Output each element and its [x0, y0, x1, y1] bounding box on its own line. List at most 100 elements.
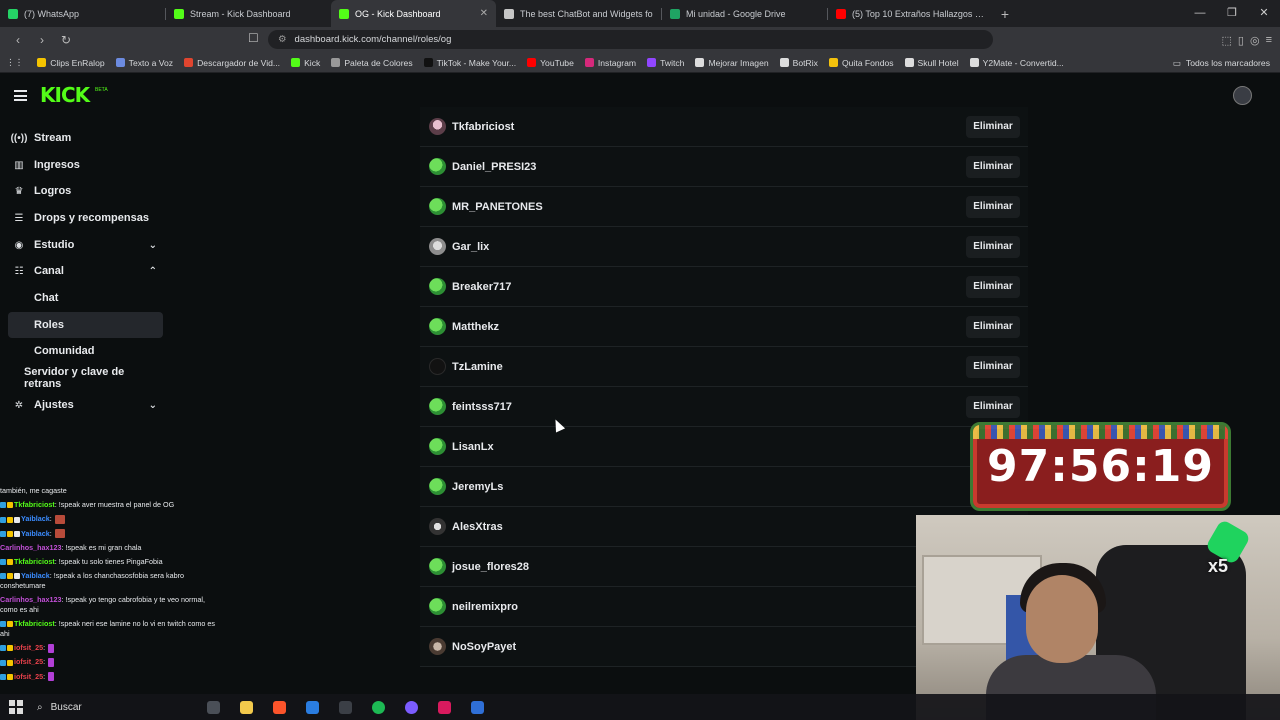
remove-role-button[interactable]: Eliminar: [966, 115, 1020, 138]
reload-icon[interactable]: ↻: [56, 33, 76, 47]
sidebar-item-servidor[interactable]: Servidor y clave de retrans: [8, 365, 163, 391]
bookmark-favicon-icon: [904, 58, 914, 67]
chat-username[interactable]: Carlinhos_hax123: [0, 543, 62, 552]
chat-message: Carlinhos_hax123: !speak yo tengo cabrof…: [0, 593, 222, 617]
sidebar-item-estudio[interactable]: ◉ Estudio ⌄: [8, 232, 163, 258]
kick-logo[interactable]: KICK: [40, 83, 90, 107]
bookmark-item[interactable]: Paleta de Colores: [331, 58, 413, 68]
remove-role-button[interactable]: Eliminar: [966, 195, 1020, 218]
bookmark-label: Kick: [304, 57, 321, 68]
forward-icon[interactable]: ›: [32, 33, 52, 47]
bookmark-item[interactable]: Texto a Voz: [115, 58, 173, 68]
bookmark-item[interactable]: Kick: [291, 58, 320, 68]
back-icon[interactable]: ‹: [8, 33, 28, 47]
store-icon[interactable]: [306, 700, 319, 714]
username: NoSoyPayet: [452, 640, 517, 653]
browser-tab[interactable]: Mi unidad - Google Drive: [662, 0, 827, 27]
close-tab-icon[interactable]: ✕: [480, 8, 488, 19]
menu-icon[interactable]: ≡: [1266, 34, 1272, 46]
chat-username[interactable]: Yaiblack: [21, 571, 50, 580]
gift-icon: ☰: [14, 212, 24, 224]
window-controls: — ❐ ✕: [1184, 0, 1280, 27]
remove-role-button[interactable]: Eliminar: [966, 155, 1020, 178]
chat-username[interactable]: Tkfabriciost: [14, 557, 55, 566]
chat-username[interactable]: iofsit_25: [14, 672, 43, 681]
bookmark-item[interactable]: Quita Fondos: [828, 58, 894, 68]
browser-tab[interactable]: Stream - Kick Dashboard: [166, 0, 331, 27]
restore-icon[interactable]: ❐: [1216, 0, 1248, 27]
sidebar-item-chat[interactable]: Chat: [8, 285, 163, 311]
brave-browser-icon[interactable]: [273, 700, 286, 714]
user-avatar: [429, 358, 446, 375]
browser-tab[interactable]: (5) Top 10 Extraños Hallazgos En La: [828, 0, 993, 27]
sidebar-item-drops[interactable]: ☰ Drops y recompensas: [8, 205, 163, 231]
site-info-icon[interactable]: ⚙: [278, 34, 287, 45]
bookmark-icon[interactable]: ☐: [248, 31, 259, 45]
url-field[interactable]: ⚙ dashboard.kick.com/channel/roles/og: [268, 30, 993, 49]
chevron-up-icon[interactable]: ⌃: [149, 266, 157, 277]
chat-emote-icon: [54, 529, 65, 539]
sidebar-item-logros[interactable]: ♛ Logros: [8, 178, 163, 204]
chevron-down-icon[interactable]: ⌄: [149, 240, 157, 251]
bookmark-item[interactable]: Instagram: [584, 58, 636, 68]
remove-role-button[interactable]: Eliminar: [966, 355, 1020, 378]
file-explorer-icon[interactable]: [240, 700, 253, 714]
close-window-icon[interactable]: ✕: [1248, 0, 1280, 27]
remove-role-button[interactable]: Eliminar: [966, 275, 1020, 298]
new-tab-icon[interactable]: +: [993, 6, 1017, 22]
sidebar-item-canal[interactable]: ☷ Canal ⌃: [8, 258, 163, 284]
sidebar-item-comunidad[interactable]: Comunidad: [8, 338, 163, 364]
bookmark-item[interactable]: YouTube: [527, 58, 574, 68]
minimize-icon[interactable]: —: [1184, 0, 1216, 27]
start-icon[interactable]: [9, 700, 23, 714]
chat-username[interactable]: Tkfabriciost: [14, 500, 55, 509]
chat-username[interactable]: Yaiblack: [21, 514, 50, 523]
all-bookmarks[interactable]: ▭ Todos los marcadores: [1173, 53, 1270, 73]
bookmark-item[interactable]: Clips EnRalop: [37, 58, 105, 68]
remove-role-button[interactable]: Eliminar: [966, 315, 1020, 338]
sidebar-item-ajustes[interactable]: ✲ Ajustes ⌄: [8, 392, 163, 418]
sidebar-icon[interactable]: ▯: [1238, 34, 1244, 47]
chat-text: :: [43, 671, 46, 681]
bookmark-item[interactable]: Descargador de Vid...: [184, 58, 280, 68]
sidebar-item-roles[interactable]: Roles: [8, 312, 163, 338]
task-view-icon[interactable]: [207, 700, 220, 714]
sidebar-item-stream[interactable]: ((•)) Stream: [8, 125, 163, 151]
chevron-down-icon[interactable]: ⌄: [149, 400, 157, 411]
remove-role-button[interactable]: Eliminar: [966, 235, 1020, 258]
bookmark-item[interactable]: BotRix: [779, 58, 818, 68]
bookmark-item[interactable]: Skull Hotel: [904, 58, 959, 68]
url-text: dashboard.kick.com/channel/roles/og: [294, 34, 452, 45]
chat-username[interactable]: iofsit_25: [14, 643, 43, 652]
chat-text: :: [49, 514, 52, 524]
sidebar-item-ingresos[interactable]: ▥ Ingresos: [8, 152, 163, 178]
username: Matthekz: [452, 320, 500, 333]
app-icon[interactable]: [471, 700, 484, 714]
chat-username[interactable]: iofsit_25: [14, 657, 43, 666]
sidebar-item-label: Ingresos: [34, 159, 80, 171]
discord-icon[interactable]: [405, 700, 418, 714]
bookmark-item[interactable]: TikTok - Make Your...: [423, 58, 516, 68]
bookmark-item[interactable]: Y2Mate - Convertid...: [969, 58, 1064, 68]
obs-icon[interactable]: [339, 700, 352, 714]
bookmark-item[interactable]: Twitch: [647, 58, 684, 68]
chat-username[interactable]: Carlinhos_hax123: [0, 595, 62, 604]
chat-username[interactable]: Yaiblack: [21, 529, 50, 538]
user-avatar: [429, 158, 446, 175]
browser-tab[interactable]: (7) WhatsApp: [0, 0, 165, 27]
apps-icon[interactable]: ⋮⋮: [6, 57, 23, 68]
user-avatar[interactable]: [1233, 86, 1252, 105]
chat-username[interactable]: Tkfabriciost: [14, 619, 55, 628]
bookmark-item[interactable]: Mejorar Imagen: [695, 58, 769, 68]
hamburger-menu-icon[interactable]: [14, 90, 27, 101]
spotify-icon[interactable]: [372, 700, 385, 714]
extensions-icon[interactable]: ⬚: [1222, 34, 1232, 47]
remove-role-button[interactable]: Eliminar: [966, 395, 1020, 418]
browser-tab[interactable]: OG - Kick Dashboard ✕: [331, 0, 496, 27]
profile-icon[interactable]: ◎: [1250, 34, 1260, 47]
chat-badge-icon: [7, 516, 13, 523]
browser-tab[interactable]: The best ChatBot and Widgets fo: [496, 0, 661, 27]
indesign-icon[interactable]: [438, 700, 451, 714]
taskbar-search-label: Buscar: [50, 701, 82, 713]
taskbar-search[interactable]: ⌕ Buscar: [37, 702, 187, 713]
